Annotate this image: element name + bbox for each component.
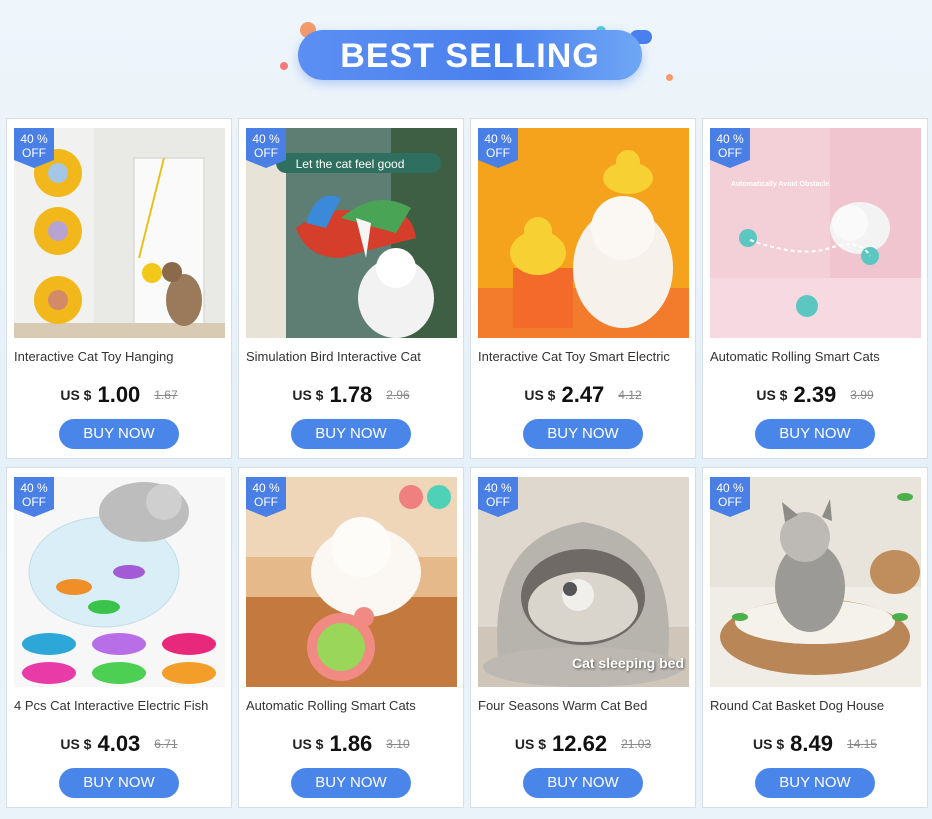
price: 8.49 xyxy=(790,731,833,756)
product-card[interactable]: 40 % OFF 4 Pcs Cat Interactive Electric F… xyxy=(6,467,232,808)
currency: US $ xyxy=(60,387,92,403)
buy-now-button[interactable]: BUY NOW xyxy=(523,768,643,798)
price-row: US $ 2.47 4.12 xyxy=(471,382,695,410)
old-price: 14.15 xyxy=(846,737,877,751)
price-row: US $ 12.62 21.03 xyxy=(471,731,695,759)
discount-badge: 40 % OFF xyxy=(14,128,54,168)
product-card[interactable]: Let the cat feel good 40 % OFF Simulation… xyxy=(238,118,464,459)
currency: US $ xyxy=(524,387,556,403)
price: 1.78 xyxy=(329,382,373,407)
product-card[interactable]: Automatically Avoid Obstacle 40 % OFF Aut… xyxy=(702,118,928,459)
old-price: 2.96 xyxy=(386,388,410,402)
price-row: US $ 8.49 14.15 xyxy=(703,731,927,759)
product-title[interactable]: Interactive Cat Toy Hanging xyxy=(14,349,226,364)
header: BEST SELLING xyxy=(0,0,932,110)
old-price: 3.10 xyxy=(386,737,410,751)
discount-badge: 40 % OFF xyxy=(246,128,286,168)
product-title[interactable]: Interactive Cat Toy Smart Electric xyxy=(478,349,690,364)
price-row: US $ 1.86 3.10 xyxy=(239,731,463,759)
cat-basket-image[interactable]: 40 % OFF xyxy=(710,477,921,687)
buy-now-button[interactable]: BUY NOW xyxy=(291,768,411,798)
image-caption: Cat sleeping bed xyxy=(571,655,684,671)
price-row: US $ 2.39 3.99 xyxy=(703,382,927,410)
currency: US $ xyxy=(292,736,324,752)
price: 1.00 xyxy=(97,382,141,407)
old-price: 6.71 xyxy=(154,737,178,751)
price: 1.86 xyxy=(329,731,373,756)
hanging-cat-toy-image[interactable]: 40 % OFF xyxy=(14,128,225,338)
price-row: US $ 1.78 2.96 xyxy=(239,382,463,410)
product-card[interactable]: 40 % OFF Interactive Cat Toy Hanging US $… xyxy=(6,118,232,459)
price: 4.03 xyxy=(97,731,141,756)
cat-bed-image[interactable]: Cat sleeping bed 40 % OFF xyxy=(478,477,689,687)
product-card[interactable]: Cat sleeping bed 40 % OFF Four Seasons Wa… xyxy=(470,467,696,808)
buy-now-button[interactable]: BUY NOW xyxy=(523,419,643,449)
image-caption: Automatically Avoid Obstacle xyxy=(730,181,830,188)
old-price: 4.12 xyxy=(618,388,642,402)
product-card[interactable]: 40 % OFF Automatic Rolling Smart Cats US … xyxy=(238,467,464,808)
discount-badge: 40 % OFF xyxy=(246,477,286,517)
discount-badge: 40 % OFF xyxy=(710,128,750,168)
buy-now-button[interactable]: BUY NOW xyxy=(755,768,875,798)
discount-badge: 40 % OFF xyxy=(710,477,750,517)
buy-now-button[interactable]: BUY NOW xyxy=(291,419,411,449)
page-title: BEST SELLING xyxy=(340,37,600,75)
product-title[interactable]: Four Seasons Warm Cat Bed xyxy=(478,698,690,713)
price: 2.39 xyxy=(793,382,837,407)
old-price: 1.67 xyxy=(154,388,178,402)
product-card[interactable]: 40 % OFF Round Cat Basket Dog House US $ 8… xyxy=(702,467,928,808)
price-row: US $ 1.00 1.67 xyxy=(7,382,231,410)
product-title[interactable]: Simulation Bird Interactive Cat xyxy=(246,349,458,364)
product-title[interactable]: Round Cat Basket Dog House xyxy=(710,698,922,713)
discount-badge: 40 % OFF xyxy=(14,477,54,517)
product-title[interactable]: 4 Pcs Cat Interactive Electric Fish xyxy=(14,698,226,713)
currency: US $ xyxy=(514,736,547,752)
electric-fish-image[interactable]: 40 % OFF xyxy=(14,477,225,687)
price: 12.62 xyxy=(552,731,608,756)
buy-now-button[interactable]: BUY NOW xyxy=(755,419,875,449)
bird-toy-image[interactable]: Let the cat feel good 40 % OFF xyxy=(246,128,457,338)
buy-now-button[interactable]: BUY NOW xyxy=(59,419,179,449)
currency: US $ xyxy=(60,736,92,752)
currency: US $ xyxy=(292,387,324,403)
smart-ball-image[interactable]: 40 % OFF xyxy=(246,477,457,687)
old-price: 21.03 xyxy=(621,737,652,751)
discount-badge: 40 % OFF xyxy=(478,128,518,168)
decor-dot xyxy=(666,74,673,81)
discount-badge: 40 % OFF xyxy=(478,477,518,517)
old-price: 3.99 xyxy=(850,388,874,402)
product-title[interactable]: Automatic Rolling Smart Cats xyxy=(710,349,922,364)
currency: US $ xyxy=(756,387,788,403)
price-row: US $ 4.03 6.71 xyxy=(7,731,231,759)
decor-dot xyxy=(280,62,288,70)
buy-now-button[interactable]: BUY NOW xyxy=(59,768,179,798)
image-caption: Let the cat feel good xyxy=(295,157,405,171)
rolling-ball-image[interactable]: Automatically Avoid Obstacle 40 % OFF xyxy=(710,128,921,338)
currency: US $ xyxy=(753,736,785,752)
duck-toy-image[interactable]: 40 % OFF xyxy=(478,128,689,338)
price: 2.47 xyxy=(561,382,605,407)
product-title[interactable]: Automatic Rolling Smart Cats xyxy=(246,698,458,713)
product-card[interactable]: 40 % OFF Interactive Cat Toy Smart Electr… xyxy=(470,118,696,459)
